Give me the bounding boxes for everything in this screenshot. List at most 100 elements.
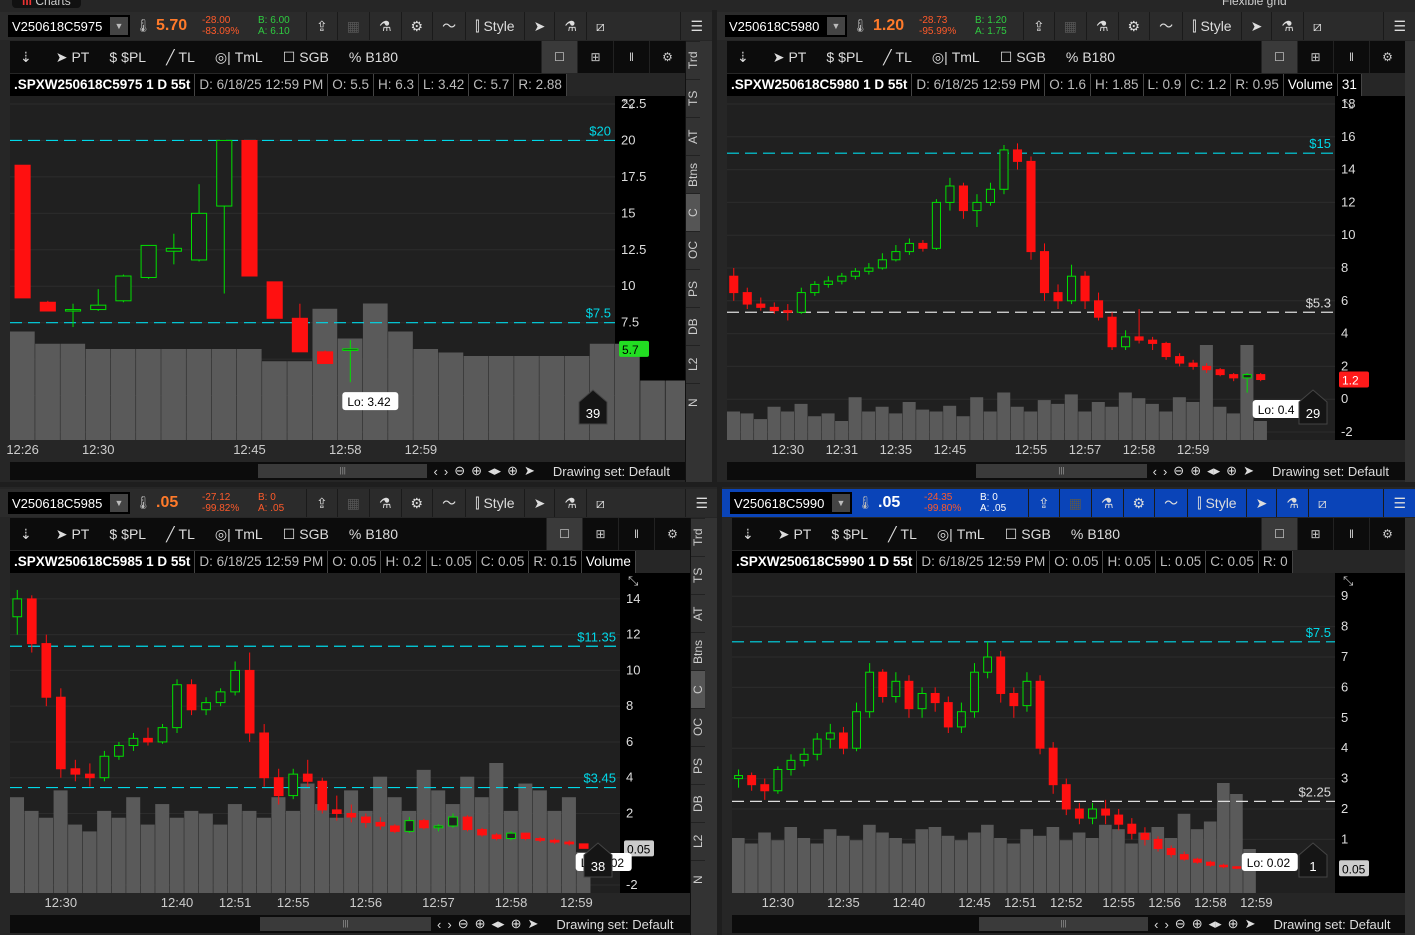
scroll-left-icon[interactable]: ‹: [1153, 464, 1157, 479]
flask-button[interactable]: ⚗: [554, 12, 586, 40]
scroll-right-icon[interactable]: ›: [444, 464, 448, 479]
studies-flask-button[interactable]: ⚗: [1090, 489, 1123, 517]
tab-charts[interactable]: lll Charts: [12, 0, 81, 8]
symbol-selector[interactable]: V250618C5975 ▼: [8, 15, 130, 37]
grid-icon-button[interactable]: ▦: [1058, 489, 1091, 517]
side-tab-c[interactable]: C: [691, 670, 705, 708]
tool-sgb[interactable]: ☐ SGB: [273, 41, 339, 73]
tool-tml[interactable]: ◎| TmL: [927, 518, 995, 550]
settings-gear-button[interactable]: ⚙: [400, 12, 433, 40]
chart-settings-gear-icon[interactable]: ⚙: [1369, 518, 1405, 550]
thermometer-icon[interactable]: 🌡︎: [130, 18, 156, 34]
tool-b180[interactable]: % B180: [339, 518, 408, 550]
drawings-button[interactable]: ⧄: [585, 489, 614, 517]
tool-tl[interactable]: ╱ TL: [156, 41, 205, 73]
flask-button[interactable]: ⚗: [1276, 489, 1308, 517]
tool-sgb[interactable]: ☐ SGB: [273, 518, 339, 550]
pattern-button[interactable]: 〜: [1149, 12, 1182, 40]
tool-tml[interactable]: ◎| TmL: [205, 518, 273, 550]
share-button[interactable]: ⇪: [1023, 12, 1054, 40]
tool-pin[interactable]: ⇣: [10, 518, 46, 550]
thermometer-icon[interactable]: 🌡︎: [130, 495, 156, 511]
share-button[interactable]: ⇪: [306, 12, 337, 40]
price-chart[interactable]: 02.557.51012.51517.52022.5$20$7.55.7Lo: …: [10, 96, 685, 440]
cursor-button[interactable]: ➤: [523, 489, 555, 517]
zoom-in-icon[interactable]: ⊕: [471, 463, 482, 479]
share-button[interactable]: ⇪: [1028, 489, 1059, 517]
zoom-out-icon[interactable]: ⊖: [458, 916, 469, 932]
style-button[interactable]: ⫿ Style: [1182, 12, 1241, 40]
zoom-out-icon[interactable]: ⊖: [1175, 916, 1186, 932]
drawing-set-selector[interactable]: Drawing set: Default: [556, 917, 673, 932]
grid-icon-button[interactable]: ▦: [336, 12, 369, 40]
cursor-button[interactable]: ➤: [523, 12, 555, 40]
tool-b180[interactable]: % B180: [339, 41, 408, 73]
chart-settings-gear-icon[interactable]: ⚙: [649, 41, 685, 73]
grid-icon-button[interactable]: ▦: [336, 489, 369, 517]
thermometer-icon[interactable]: 🌡︎: [847, 18, 873, 34]
zoom-out-icon[interactable]: ⊖: [454, 463, 465, 479]
side-tab-ts[interactable]: TS: [691, 556, 705, 594]
zoom-in-icon[interactable]: ⊕: [475, 916, 486, 932]
pointer-icon[interactable]: ➤: [1245, 916, 1256, 932]
tool-pin[interactable]: ⇣: [727, 41, 763, 73]
menu-button[interactable]: ☰: [680, 12, 712, 40]
symbol-selector[interactable]: V250618C5980 ▼: [725, 15, 847, 37]
style-button[interactable]: ⫿ Style: [1187, 489, 1246, 517]
side-tab-trd[interactable]: Trd: [686, 41, 700, 79]
cursor-button[interactable]: ➤: [1245, 489, 1277, 517]
drawings-button[interactable]: ⧄: [1302, 12, 1331, 40]
tool-tl[interactable]: ╱ TL: [878, 518, 927, 550]
grid-icon-button[interactable]: ▦: [1053, 12, 1086, 40]
grid-layout-button[interactable]: ⊞: [1297, 41, 1333, 73]
horizontal-scrollbar[interactable]: |||: [258, 464, 428, 478]
tool-sgb[interactable]: ☐ SGB: [995, 518, 1061, 550]
tool-pt[interactable]: ➤ PT: [763, 41, 817, 73]
menu-button[interactable]: ☰: [685, 489, 717, 517]
tool-pin[interactable]: ⇣: [732, 518, 768, 550]
pointer-icon[interactable]: ➤: [527, 916, 538, 932]
zoom-out-icon[interactable]: ⊖: [1173, 463, 1184, 479]
pattern-button[interactable]: 〜: [432, 489, 465, 517]
grid-layout-button[interactable]: ⊞: [1297, 518, 1333, 550]
scroll-left-icon[interactable]: ‹: [434, 464, 438, 479]
side-tab-ps[interactable]: PS: [691, 746, 705, 784]
tool-pin[interactable]: ⇣: [10, 41, 46, 73]
zoom-in-icon[interactable]: ⊕: [1190, 463, 1201, 479]
drawing-set-selector[interactable]: Drawing set: Default: [1272, 464, 1389, 479]
side-tab-ts[interactable]: TS: [686, 79, 700, 117]
settings-gear-button[interactable]: ⚙: [1117, 12, 1150, 40]
side-tab-at[interactable]: AT: [691, 594, 705, 632]
tool-dollar-pl[interactable]: $ $PL: [816, 41, 873, 73]
tool-dollar-pl[interactable]: $ $PL: [99, 518, 156, 550]
side-tab-c[interactable]: C: [686, 193, 700, 231]
crosshair-icon[interactable]: ⊕: [507, 463, 518, 479]
tool-pt[interactable]: ➤ PT: [768, 518, 822, 550]
single-layout-button[interactable]: ☐: [1261, 41, 1297, 73]
side-tab-l2[interactable]: L2: [686, 345, 700, 383]
chevron-down-icon[interactable]: ▼: [110, 494, 128, 512]
expand-icon[interactable]: ⤡: [623, 96, 634, 111]
side-tab-db[interactable]: DB: [686, 307, 700, 345]
price-chart[interactable]: -2024681012141618$15$5.31.2Lo: 0.4 29⤡: [727, 96, 1405, 440]
drawing-set-selector[interactable]: Drawing set: Default: [1273, 917, 1390, 932]
side-tab-db[interactable]: DB: [691, 784, 705, 822]
chevron-down-icon[interactable]: ▼: [110, 17, 128, 35]
scroll-left-icon[interactable]: ‹: [437, 917, 441, 932]
flask-button[interactable]: ⚗: [554, 489, 586, 517]
horizontal-scrollbar[interactable]: |||: [260, 917, 431, 931]
tool-pt[interactable]: ➤ PT: [46, 41, 100, 73]
flask-button[interactable]: ⚗: [1271, 12, 1303, 40]
studies-flask-button[interactable]: ⚗: [368, 489, 401, 517]
layout-selector[interactable]: Flexible grid: [1222, 0, 1287, 8]
symbol-selector[interactable]: V250618C5985 ▼: [8, 492, 130, 514]
crosshair-icon[interactable]: ⊕: [1226, 463, 1237, 479]
tool-dollar-pl[interactable]: $ $PL: [821, 518, 878, 550]
chart-settings-gear-icon[interactable]: ⚙: [1369, 41, 1405, 73]
crosshair-icon[interactable]: ⊕: [1228, 916, 1239, 932]
side-tab-n[interactable]: N: [691, 860, 705, 898]
tool-b180[interactable]: % B180: [1061, 518, 1130, 550]
settings-gear-button[interactable]: ⚙: [1122, 489, 1155, 517]
single-layout-button[interactable]: ☐: [1261, 518, 1297, 550]
tool-pt[interactable]: ➤ PT: [46, 518, 100, 550]
